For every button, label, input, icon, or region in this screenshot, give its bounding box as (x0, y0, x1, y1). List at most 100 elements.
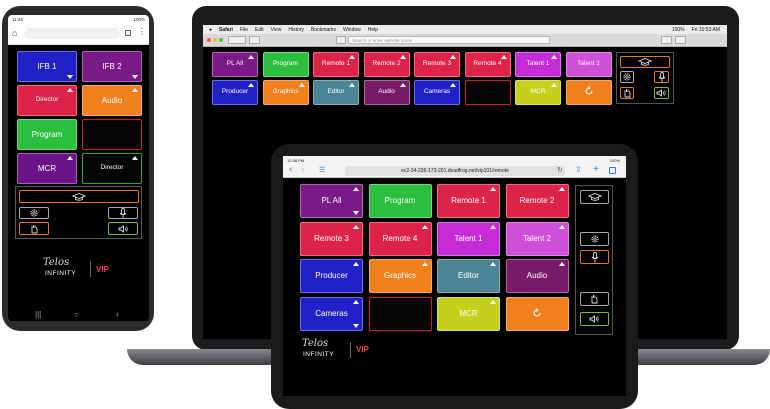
triangle-up-icon (248, 83, 254, 87)
bookmarks-icon[interactable]: ☰ (319, 166, 325, 174)
recents-icon[interactable]: ||| (35, 310, 41, 319)
share-button[interactable] (661, 36, 672, 44)
more-icon[interactable]: ⋮ (138, 27, 146, 36)
hand-control-button[interactable] (19, 222, 49, 235)
menu-help[interactable]: Help (368, 27, 378, 33)
hat-control-button[interactable] (620, 56, 670, 68)
key-talent-2-button[interactable]: Talent 2 (505, 221, 569, 256)
close-window-icon[interactable] (207, 38, 211, 42)
key-blank-button[interactable] (464, 80, 511, 105)
gear-control-button[interactable] (19, 207, 49, 219)
gear-control-button[interactable] (620, 71, 634, 83)
tablet-status-bar: 12:38 PM 100% (283, 156, 626, 164)
key-blank-button[interactable] (368, 296, 432, 331)
menu-bookmarks[interactable]: Bookmarks (311, 27, 336, 33)
apple-menu-icon[interactable]: ● (209, 27, 212, 33)
tablet-address-bar[interactable]: ec2-34-236-173-201.deadfrog.net/vip101/r… (345, 166, 565, 176)
address-bar[interactable]: Search or enter website name (348, 36, 550, 44)
triangle-up-icon (353, 224, 359, 229)
key-remote-2-button[interactable]: Remote 2 (363, 52, 410, 77)
key-remote-1-button[interactable]: Remote 1 (437, 184, 500, 218)
tabs-button[interactable] (675, 36, 686, 44)
key-remote-4-button[interactable]: Remote 4 (464, 52, 511, 77)
hat-icon (638, 58, 652, 66)
hat-icon (587, 193, 602, 201)
key-remote-3-button[interactable]: Remote 3 (414, 52, 460, 77)
key-mcr-button[interactable]: MCR (515, 80, 561, 105)
key-remote-2-button[interactable]: Remote 2 (505, 184, 569, 218)
key-audio-button[interactable]: Audio (505, 259, 569, 293)
key-editor-button[interactable]: Editor (437, 259, 500, 293)
minimize-window-icon[interactable] (213, 38, 217, 42)
hand-control-button[interactable] (580, 292, 609, 306)
forward-icon[interactable]: › (301, 164, 304, 175)
key-label: PL All (226, 60, 244, 68)
safari-toolbar: Search or enter website name (203, 34, 727, 47)
menu-window[interactable]: Window (343, 27, 361, 33)
key-director-button[interactable]: Director (17, 85, 77, 116)
back-icon[interactable]: ‹ (116, 309, 119, 319)
key-remote-4-button[interactable]: Remote 4 (368, 221, 432, 256)
triangle-up-icon (490, 224, 496, 229)
key-producer-button[interactable]: Producer (300, 259, 363, 293)
key-mcr-button[interactable]: MCR (17, 153, 77, 184)
key-program-button[interactable]: Program (368, 184, 432, 218)
microphone-control-button[interactable] (108, 207, 138, 219)
key-program-button[interactable]: Program (262, 52, 309, 77)
menu-history[interactable]: History (288, 27, 304, 33)
key-ifb-2-button[interactable]: IFB 2 (82, 51, 142, 82)
menu-safari[interactable]: Safari (219, 27, 233, 33)
hat-control-button[interactable] (580, 190, 609, 204)
zoom-window-icon[interactable] (219, 38, 223, 42)
key-pl-all-button[interactable]: PL All (212, 52, 258, 77)
key-talent-1-button[interactable]: Talent 1 (515, 52, 561, 77)
key-producer-button[interactable]: Producer (212, 80, 258, 105)
key-mcr-button[interactable]: MCR (437, 296, 500, 331)
phone-status-bar: 11:44 100% (8, 15, 149, 24)
gear-control-button[interactable] (580, 232, 609, 246)
key-graphics-button[interactable]: Graphics (262, 80, 309, 105)
sidebar-button[interactable] (249, 36, 260, 44)
key-graphics-button[interactable]: Graphics (368, 259, 432, 293)
hat-control-button[interactable] (19, 190, 139, 203)
key-blank-button[interactable] (505, 296, 569, 331)
hand-control-button[interactable] (620, 87, 634, 99)
back-forward-buttons[interactable] (228, 36, 246, 44)
key-remote-1-button[interactable]: Remote 1 (313, 52, 359, 77)
key-blank-button[interactable] (82, 119, 142, 150)
shield-icon[interactable] (336, 36, 346, 44)
menu-view[interactable]: View (271, 27, 282, 33)
speaker-control-button[interactable] (654, 87, 669, 99)
tabs-icon[interactable] (125, 30, 131, 36)
key-audio-button[interactable]: Audio (363, 80, 410, 105)
key-label: Remote 1 (451, 196, 486, 205)
key-audio-button[interactable]: Audio (82, 85, 142, 116)
microphone-control-button[interactable] (580, 250, 609, 264)
key-editor-button[interactable]: Editor (313, 80, 359, 105)
key-ifb-1-button[interactable]: IFB 1 (17, 51, 77, 82)
microphone-control-button[interactable] (654, 71, 669, 83)
home-icon[interactable]: ⌂ (12, 28, 17, 38)
tabs-icon[interactable] (609, 167, 616, 174)
key-director-button[interactable]: Director (82, 153, 142, 184)
speaker-control-button[interactable] (108, 222, 138, 235)
reload-icon[interactable]: ↻ (557, 166, 563, 174)
key-talent-2-button[interactable]: Talent 2 (565, 52, 612, 77)
key-blank-button[interactable] (565, 80, 612, 105)
phone-address-bar[interactable] (24, 28, 120, 39)
key-program-button[interactable]: Program (17, 119, 77, 150)
key-cameras-button[interactable]: Cameras (414, 80, 460, 105)
key-cameras-button[interactable]: Cameras (300, 296, 363, 331)
share-icon[interactable]: ⇧ (575, 165, 582, 174)
new-tab-icon[interactable]: + (593, 164, 599, 175)
key-talent-1-button[interactable]: Talent 1 (437, 221, 500, 256)
menu-file[interactable]: File (240, 27, 248, 33)
speaker-control-button[interactable] (580, 312, 609, 326)
home-button-icon[interactable]: ○ (74, 310, 79, 319)
back-icon[interactable]: ‹ (289, 164, 292, 175)
key-pl-all-button[interactable]: PL All (300, 184, 363, 218)
key-remote-3-button[interactable]: Remote 3 (300, 221, 363, 256)
triangle-up-icon (67, 88, 73, 92)
phone-brand: Telos (43, 257, 70, 268)
menu-edit[interactable]: Edit (255, 27, 264, 33)
